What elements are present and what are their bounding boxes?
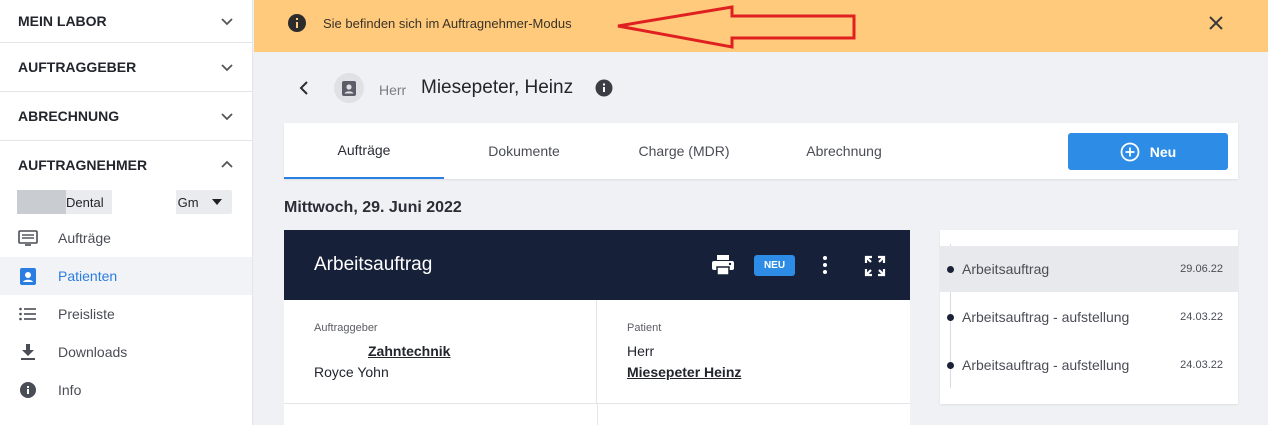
- info-icon[interactable]: [595, 79, 613, 97]
- banner-message: Sie befinden sich im Auftragnehmer-Modus: [323, 16, 572, 31]
- tab-label: Abrechnung: [806, 143, 882, 159]
- timeline-item[interactable]: Arbeitsauftrag 29.06.22: [940, 246, 1238, 292]
- sidebar-section-mein-labor[interactable]: MEIN LABOR: [0, 0, 252, 43]
- section-label: AUFTRAGNEHMER: [18, 156, 148, 173]
- timeline-dot: [947, 361, 954, 369]
- annotation-arrow: [617, 5, 856, 49]
- chevron-down-icon: [221, 18, 233, 26]
- sidebar-item-label: Downloads: [58, 344, 128, 360]
- timeline-date: 24.03.22: [1180, 311, 1223, 323]
- patient-salutation: Herr: [379, 82, 407, 98]
- order-timeline: Arbeitsauftrag 29.06.22 Arbeitsauftrag -…: [940, 230, 1238, 404]
- tab-abrechnung[interactable]: Abrechnung: [764, 123, 924, 179]
- tab-charge[interactable]: Charge (MDR): [604, 123, 764, 179]
- timeline-label: Arbeitsauftrag - aufstellung: [962, 357, 1130, 373]
- chevron-down-icon: [221, 113, 233, 121]
- order-card: Arbeitsauftrag NEU Auftraggeber Zahntech…: [284, 230, 910, 425]
- chevron-down-icon: [221, 64, 233, 72]
- sidebar-item-patienten[interactable]: Patienten: [0, 257, 252, 295]
- sidebar-section-auftraggeber[interactable]: AUFTRAGGEBER: [0, 43, 252, 92]
- tab-bar: Aufträge Dokumente Charge (MDR) Abrechnu…: [284, 123, 1238, 179]
- patient-column: Patient Herr Miesepeter Heinz: [597, 300, 910, 403]
- timeline-date: 29.06.22: [1180, 263, 1223, 275]
- lab-select-text: Gm: [177, 194, 199, 210]
- tab-dokumente[interactable]: Dokumente: [444, 123, 604, 179]
- back-arrow-icon[interactable]: [296, 80, 312, 96]
- tab-label: Aufträge: [337, 142, 391, 158]
- timeline-date: 24.03.22: [1180, 359, 1223, 371]
- sidebar-item-info[interactable]: Info: [0, 371, 252, 409]
- client-name-link[interactable]: Zahntechnik: [368, 343, 450, 359]
- sidebar-section-abrechnung[interactable]: ABRECHNUNG: [0, 92, 252, 141]
- plus-circle-icon: [1120, 142, 1140, 161]
- status-badge: NEU: [754, 255, 795, 276]
- patient-name-link[interactable]: Miesepeter Heinz: [627, 364, 741, 380]
- orders-icon: [18, 228, 38, 248]
- tab-label: Dokumente: [488, 143, 560, 159]
- more-vertical-icon[interactable]: [820, 255, 830, 275]
- timeline-item[interactable]: Arbeitsauftrag - aufstellung 24.03.22: [940, 294, 1238, 340]
- patient-label: Patient: [627, 322, 662, 334]
- sidebar-item-downloads[interactable]: Downloads: [0, 333, 252, 371]
- tab-auftraege[interactable]: Aufträge: [284, 123, 444, 179]
- info-icon: [288, 14, 306, 32]
- section-label: AUFTRAGGEBER: [18, 59, 137, 75]
- new-button[interactable]: Neu: [1068, 133, 1228, 170]
- order-card-header: Arbeitsauftrag NEU: [284, 230, 910, 300]
- sidebar-item-preisliste[interactable]: Preisliste: [0, 295, 252, 333]
- timeline-dot: [947, 265, 954, 273]
- caret-down-icon: [212, 199, 222, 205]
- close-icon[interactable]: [1207, 14, 1225, 32]
- sidebar-item-label: Patienten: [58, 268, 118, 284]
- client-contact: Royce Yohn: [314, 364, 389, 380]
- sidebar: MEIN LABOR AUFTRAGGEBER ABRECHNUNG AUFTR…: [0, 0, 253, 425]
- info-icon: [18, 380, 38, 400]
- sidebar-nav: Aufträge Patienten Preisliste Downloads …: [0, 219, 252, 409]
- timeline-label: Arbeitsauftrag - aufstellung: [962, 309, 1130, 325]
- order-title: Arbeitsauftrag: [314, 254, 433, 275]
- redacted-block: [111, 190, 176, 214]
- lab-select[interactable]: Dental Gm: [17, 190, 232, 214]
- download-icon: [18, 342, 38, 362]
- tab-label: Charge (MDR): [638, 143, 730, 159]
- patient-salutation-value: Herr: [627, 343, 655, 359]
- client-label: Auftraggeber: [314, 322, 378, 334]
- order-card-body: Auftraggeber Zahntechnik Royce Yohn Pati…: [284, 300, 910, 425]
- patient-name: Miesepeter, Heinz: [421, 77, 574, 98]
- client-column: Auftraggeber Zahntechnik Royce Yohn: [284, 300, 597, 403]
- sidebar-item-label: Aufträge: [58, 230, 111, 246]
- sidebar-item-auftraege[interactable]: Aufträge: [0, 219, 252, 257]
- section-label: ABRECHNUNG: [18, 108, 120, 124]
- lab-select-text: Dental: [66, 194, 104, 210]
- timeline-dot: [947, 313, 954, 321]
- print-icon[interactable]: [712, 255, 734, 275]
- list-icon: [18, 304, 38, 324]
- date-heading: Mittwoch, 29. Juni 2022: [284, 199, 462, 216]
- redacted-block: [17, 190, 66, 214]
- divider: [597, 404, 598, 425]
- avatar: [334, 73, 364, 103]
- mode-banner: Sie befinden sich im Auftragnehmer-Modus: [254, 0, 1268, 52]
- timeline-item[interactable]: Arbeitsauftrag - aufstellung 24.03.22: [940, 342, 1238, 388]
- timeline-label: Arbeitsauftrag: [962, 261, 1050, 277]
- fullscreen-icon[interactable]: [864, 255, 886, 277]
- new-button-label: Neu: [1149, 143, 1177, 160]
- section-label: MEIN LABOR: [18, 13, 107, 29]
- sidebar-item-label: Preisliste: [58, 306, 115, 322]
- sidebar-item-label: Info: [58, 382, 82, 398]
- sidebar-section-auftragnehmer[interactable]: AUFTRAGNEHMER: [0, 141, 252, 188]
- patient-icon: [18, 266, 38, 286]
- patient-icon: [342, 81, 356, 96]
- chevron-up-icon: [221, 160, 233, 168]
